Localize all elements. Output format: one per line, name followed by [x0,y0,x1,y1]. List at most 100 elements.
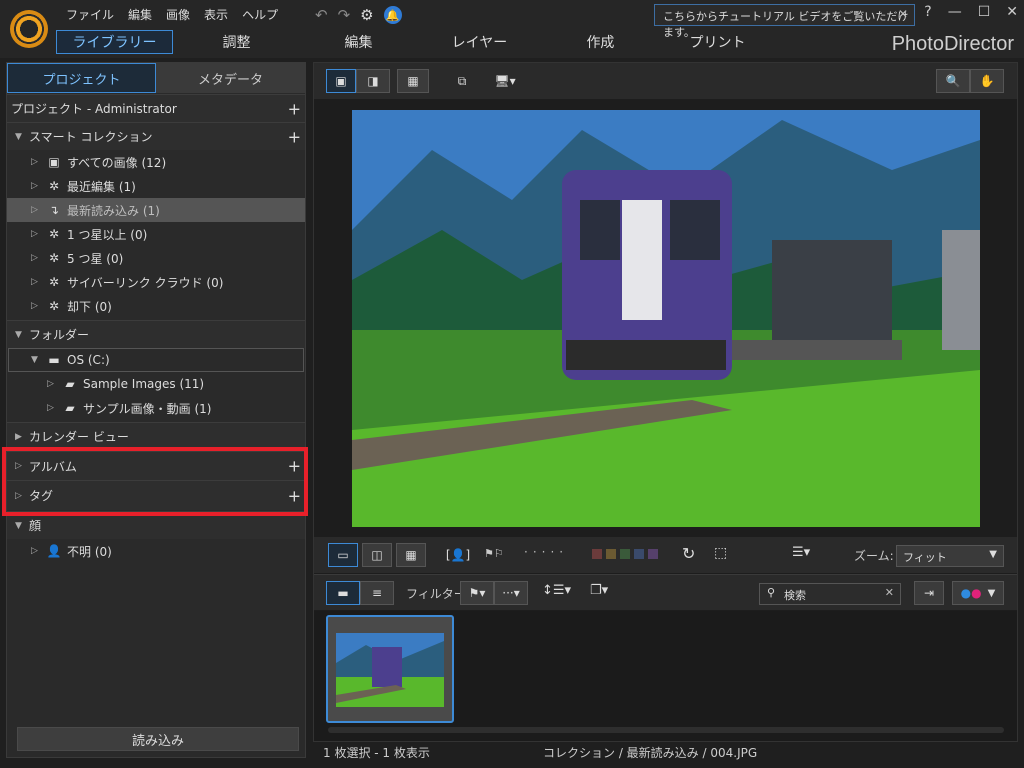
close-icon[interactable]: ✕ [898,7,908,21]
import-button[interactable]: 読み込み [17,727,299,751]
notification-icon[interactable]: 🔔 [383,6,402,24]
menu-image[interactable]: 画像 [166,6,190,23]
project-header[interactable]: プロジェクト - Administrator + [7,94,305,122]
expand-right-icon[interactable]: ▷ [47,379,61,389]
add-project-icon[interactable]: + [288,99,301,118]
undo-icon[interactable]: ↶ [315,6,328,24]
list-view-button[interactable]: ≡ [360,581,394,605]
help-button[interactable]: ? [924,4,931,20]
tab-layers[interactable]: レイヤー [417,30,542,54]
tab-create[interactable]: 作成 [542,30,659,54]
rotate-icon[interactable]: ↻ [682,544,695,563]
view-grid-button[interactable]: ▦ [397,69,429,93]
color-label-green[interactable] [620,549,630,559]
close-window-button[interactable]: ✕ [1006,4,1018,20]
tab-metadata[interactable]: メタデータ [156,63,305,93]
folder-item[interactable]: ▷ ▰ サンプル画像・動画 (1) [7,396,305,420]
expand-right-icon[interactable]: ▷ [31,301,45,311]
horizontal-scrollbar[interactable] [328,727,1004,733]
zoom-select[interactable]: フィット ▼ [896,545,1004,567]
color-label-yellow[interactable] [606,549,616,559]
drive-label: OS (C:) [67,353,110,367]
folder-item[interactable]: ▷ ▰ Sample Images (11) [7,372,305,396]
export-icon: ⇥ [923,586,935,600]
collection-item-rejected[interactable]: ▷ ✲ 却下 (0) [7,294,305,318]
color-label-blue[interactable] [634,549,644,559]
rating-dots[interactable]: ····· [524,545,568,559]
thumbnail-view-button[interactable]: ▬ [326,581,360,605]
folder-header[interactable]: ▼ フォルダー [7,320,305,348]
expand-right-icon[interactable]: ▷ [31,157,45,167]
photo-preview[interactable] [352,110,980,527]
layout-compare-button[interactable]: ◫ [362,543,392,567]
expand-right-icon[interactable]: ▷ [31,229,45,239]
expand-right-icon[interactable]: ▷ [47,403,61,413]
expand-right-icon[interactable]: ▷ [31,253,45,263]
minimize-button[interactable]: — [948,4,962,20]
expand-right-icon[interactable]: ▷ [31,546,45,556]
view-compare-button[interactable]: ◨ [356,69,390,93]
tab-adjust[interactable]: 調整 [173,30,300,54]
menu-file[interactable]: ファイル [66,6,114,23]
crop-icon[interactable]: ⬚ [714,545,727,561]
tab-library[interactable]: ライブラリー [56,30,174,54]
share-button[interactable]: ● ● ▼ [952,581,1004,605]
expand-down-icon[interactable]: ▼ [15,132,29,142]
clear-icon[interactable]: ✕ [885,586,894,599]
expand-down-icon[interactable]: ▼ [31,355,45,365]
menu-help[interactable]: ヘルプ [242,6,278,23]
layout-multi-button[interactable]: ▦ [396,543,426,567]
view-compare-icon: ◨ [367,74,379,88]
face-tag-button[interactable]: [👤] [444,543,472,567]
folder-drive[interactable]: ▼ ▬ OS (C:) [8,348,304,372]
maximize-button[interactable]: ☐ [978,4,991,20]
search-input[interactable]: ⚲ 検索 ✕ [759,583,901,605]
collection-item-recent-edit[interactable]: ▷ ✲ 最近編集 (1) [7,174,305,198]
collection-item-latest-import[interactable]: ▷ ↴ 最新読み込み (1) [7,198,305,222]
expand-right-icon[interactable]: ▷ [31,181,45,191]
add-collection-icon[interactable]: + [288,127,301,146]
hand-tool-button[interactable]: ✋ [970,69,1004,93]
smart-collection-header[interactable]: ▼ スマート コレクション + [7,122,305,150]
expand-right-icon[interactable]: ▷ [31,205,45,215]
sort-menu-icon[interactable]: ☰▾ [792,545,810,560]
menu-edit[interactable]: 編集 [128,6,152,23]
thumbnail-item[interactable] [326,615,454,723]
tab-project[interactable]: プロジェクト [7,63,156,93]
collection-item-five-star[interactable]: ▷ ✲ 5 つ星 (0) [7,246,305,270]
settings-icon[interactable]: ⚙ [360,6,373,24]
collection-item-label: 最近編集 (1) [67,179,136,194]
sort-icon[interactable]: ↕☰▾ [542,583,571,598]
folder-item-label: Sample Images (11) [83,377,205,391]
color-labels[interactable] [592,549,658,559]
expand-right-icon[interactable]: ▷ [31,277,45,287]
collection-item-one-star[interactable]: ▷ ✲ 1 つ星以上 (0) [7,222,305,246]
expand-down-icon[interactable]: ▼ [15,521,29,531]
menu-view[interactable]: 表示 [204,6,228,23]
left-panel: プロジェクト メタデータ プロジェクト - Administrator + ▼ … [6,62,306,758]
filter-flag-button[interactable]: ⚑▾ [460,581,494,605]
monitor-button[interactable]: 🖥▾ [490,69,520,93]
color-label-red[interactable] [592,549,602,559]
expand-down-icon[interactable]: ▼ [15,330,29,340]
collection-item-cloud[interactable]: ▷ ✲ サイバーリンク クラウド (0) [7,270,305,294]
zoom-tool-button[interactable]: 🔍 [936,69,970,93]
expand-right-icon[interactable]: ▶ [15,432,29,442]
view-single-button[interactable]: ▣ [326,69,356,93]
color-label-purple[interactable] [648,549,658,559]
face-item-unknown[interactable]: ▷ 👤 不明 (0) [7,539,305,563]
tab-print[interactable]: プリント [659,30,776,54]
tutorial-tooltip[interactable]: こちらからチュートリアル ビデオをご覧いただけます。 ✕ [654,4,915,39]
photo-toolbar: ▭ ◫ ▦ [👤] ⚑⚐ ····· ↻ ⬚ ☰▾ ズーム: フィット ▼ [314,537,1017,573]
layout-single-button[interactable]: ▭ [328,543,358,567]
export-button[interactable]: ⇥ [914,581,944,605]
collection-item-all[interactable]: ▷ ▣ すべての画像 (12) [7,150,305,174]
second-display-button[interactable]: ⧉ [448,69,476,93]
flag-icon[interactable]: ⚑⚐ [484,547,504,560]
stack-icon[interactable]: ❐▾ [590,583,608,598]
calendar-view-header[interactable]: ▶ カレンダー ビュー [7,422,305,450]
filter-rating-button[interactable]: ···▾ [494,581,528,605]
redo-icon[interactable]: ↷ [338,6,351,24]
tab-edit[interactable]: 編集 [300,30,417,54]
zoom-value: フィット [903,551,947,564]
